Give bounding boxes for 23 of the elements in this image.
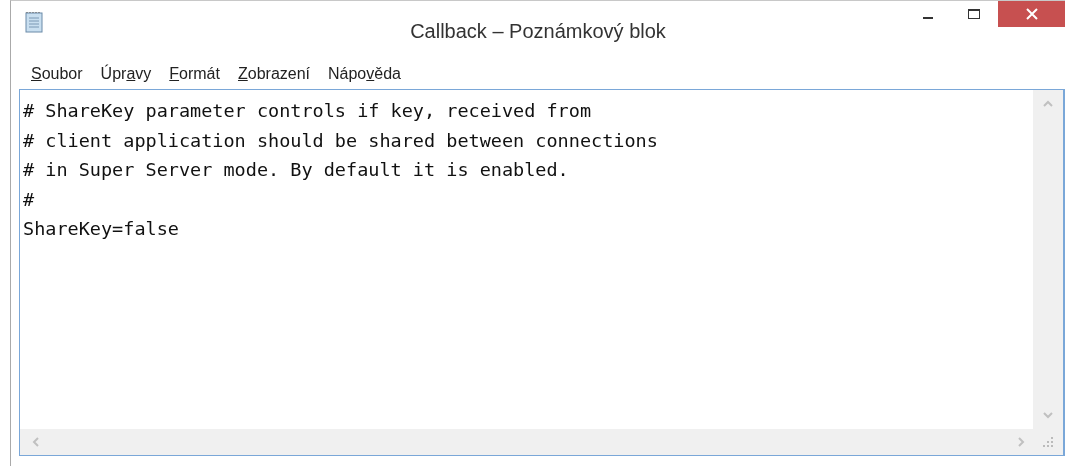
- text-line: # ShareKey parameter controls if key, received from: [23, 99, 593, 123]
- horizontal-scrollbar[interactable]: [20, 429, 1063, 455]
- scroll-down-icon[interactable]: [1042, 409, 1054, 421]
- menu-item[interactable]: Zobrazení: [231, 63, 316, 85]
- text-line: ShareKey=false: [23, 217, 180, 241]
- minimize-icon: [923, 17, 933, 19]
- maximize-icon: [967, 8, 981, 20]
- text-line: #: [23, 187, 36, 212]
- menu-item[interactable]: Soubor: [25, 63, 89, 85]
- text-area[interactable]: # ShareKey parameter controls if key, received from # client application should be shared between connections # in Super Server mode. By default it is enabled. # ShareKey=false: [19, 89, 1065, 456]
- scroll-left-icon[interactable]: [30, 436, 42, 448]
- text-line: # in Super Server mode. By default it is enabled.: [23, 158, 570, 182]
- notepad-icon: [24, 11, 44, 33]
- close-button[interactable]: [998, 1, 1065, 27]
- vertical-scrollbar[interactable]: [1033, 90, 1063, 429]
- resize-grip-icon[interactable]: [1041, 435, 1055, 449]
- menu-item[interactable]: Formát: [163, 63, 226, 85]
- close-icon: [1025, 8, 1038, 20]
- text-line: # client application should be shared between connections: [23, 128, 659, 153]
- menu-item[interactable]: Nápověda: [322, 63, 407, 85]
- window-title: Callback – Poznámkový blok: [410, 20, 666, 43]
- scroll-right-icon[interactable]: [1015, 436, 1027, 448]
- menu-item[interactable]: Úpravy: [94, 63, 158, 85]
